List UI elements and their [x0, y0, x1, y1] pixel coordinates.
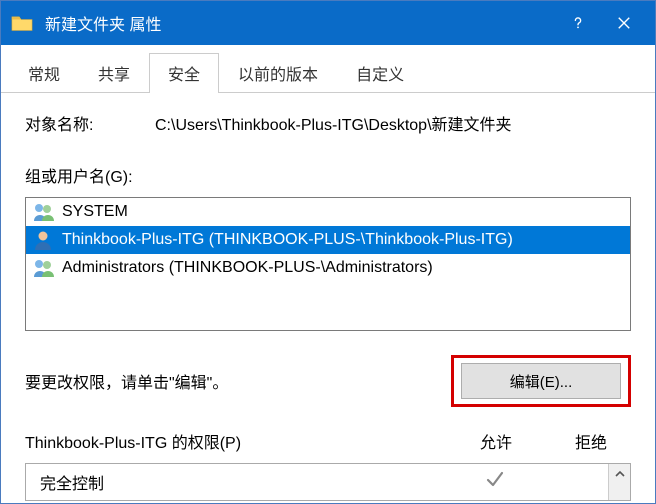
list-item[interactable]: SYSTEM — [26, 198, 630, 226]
tab-general[interactable]: 常规 — [9, 53, 79, 93]
groups-label: 组或用户名(G): — [25, 163, 631, 187]
group-icon — [32, 201, 56, 223]
help-button[interactable] — [555, 1, 601, 45]
principal-name: Thinkbook-Plus-ITG (THINKBOOK-PLUS-\Thin… — [62, 231, 513, 249]
user-icon — [32, 229, 56, 251]
tab-customize[interactable]: 自定义 — [337, 53, 423, 93]
edit-button[interactable]: 编辑(E)... — [461, 363, 621, 399]
close-button[interactable] — [601, 1, 647, 45]
folder-icon — [11, 14, 33, 32]
allow-header: 允许 — [441, 429, 551, 453]
permission-name: 完全控制 — [40, 470, 440, 494]
list-item[interactable]: Administrators (THINKBOOK-PLUS-\Administ… — [26, 254, 630, 282]
security-tab-content: 对象名称: C:\Users\Thinkbook-Plus-ITG\Deskto… — [1, 93, 655, 501]
permissions-header: Thinkbook-Plus-ITG 的权限(P) 允许 拒绝 — [25, 429, 631, 453]
properties-dialog: 新建文件夹 属性 常规 共享 安全 以前的版本 自定义 对象名称: C:\Use… — [0, 0, 656, 504]
object-name-value: C:\Users\Thinkbook-Plus-ITG\Desktop\新建文件… — [155, 111, 631, 135]
tab-security[interactable]: 安全 — [149, 53, 219, 93]
principal-name: Administrators (THINKBOOK-PLUS-\Administ… — [62, 259, 433, 277]
tab-sharing[interactable]: 共享 — [79, 53, 149, 93]
permissions-list[interactable]: 完全控制 — [25, 463, 631, 501]
window-title: 新建文件夹 属性 — [45, 11, 555, 35]
object-name-row: 对象名称: C:\Users\Thinkbook-Plus-ITG\Deskto… — [25, 111, 631, 135]
tab-previous-versions[interactable]: 以前的版本 — [219, 53, 337, 93]
tabbar: 常规 共享 安全 以前的版本 自定义 — [1, 45, 655, 93]
highlight-box: 编辑(E)... — [451, 355, 631, 407]
object-name-label: 对象名称: — [25, 111, 155, 135]
principal-name: SYSTEM — [62, 203, 128, 221]
permission-allow-check — [440, 469, 550, 495]
titlebar: 新建文件夹 属性 — [1, 1, 655, 45]
window-buttons — [555, 1, 647, 45]
edit-row: 要更改权限，请单击"编辑"。 编辑(E)... — [25, 355, 631, 407]
deny-header: 拒绝 — [551, 429, 631, 453]
scrollbar[interactable] — [608, 464, 630, 500]
edit-hint: 要更改权限，请单击"编辑"。 — [25, 369, 451, 393]
group-icon — [32, 257, 56, 279]
principals-list[interactable]: SYSTEM Thinkbook-Plus-ITG (THINKBOOK-PLU… — [25, 197, 631, 331]
check-icon — [485, 469, 505, 489]
list-item[interactable]: Thinkbook-Plus-ITG (THINKBOOK-PLUS-\Thin… — [26, 226, 630, 254]
chevron-up-icon[interactable] — [610, 464, 630, 484]
permissions-title: Thinkbook-Plus-ITG 的权限(P) — [25, 429, 441, 453]
